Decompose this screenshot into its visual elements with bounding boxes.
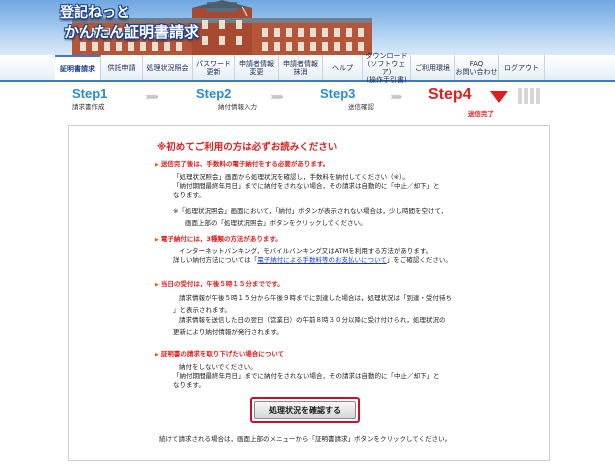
section-heading: 送信完了後は、手数料の電子納付をする必要があります。: [155, 158, 329, 168]
check-status-button[interactable]: 処理状況を確認する: [254, 401, 356, 419]
menu-environment[interactable]: ご利用環境: [411, 55, 455, 80]
body-text: ※「処理状況照会」画面において，「納付」ボタンが表示されない場合は，少し時間を空…: [173, 207, 448, 215]
body-text: 請求情報が午後５時１５分から午後９時までに到達した場合は，処理状況は「到達・受付…: [179, 294, 452, 302]
menu-logout[interactable]: ログアウト: [499, 55, 545, 80]
menu-label: 証明書請求: [60, 64, 95, 73]
notice-title: ※初めてご利用の方は必ずお読みください: [157, 142, 338, 153]
body-text: インターネットバンキング，モバイルバンキング又はATMを利用する方法があります。: [179, 247, 433, 255]
menu-download[interactable]: ダウンロード (ソフトウェア) (操作手引書): [363, 52, 411, 84]
body-text: 詳しい納付方法については「電子納付による手数料等のお支払いについて」をご確認くだ…: [173, 256, 452, 265]
menu-password-update[interactable]: パスワード 更新: [193, 55, 235, 80]
body-text: なります。: [173, 191, 205, 199]
menu-label: パスワード 更新: [196, 59, 231, 76]
section-text: 電子納付には，: [160, 235, 207, 243]
menu-deposit-application[interactable]: 供託申請: [101, 55, 143, 80]
menu-label: ダウンロード (ソフトウェア) (操作手引書): [365, 51, 408, 84]
step-chevrons: ››››››››: [270, 90, 284, 103]
menu-applicant-delete[interactable]: 申請者情報 抹消: [279, 55, 323, 80]
step-indicator: Step1 請求書作成 ›››››››› Step2 納付情報入力 ››››››…: [60, 86, 550, 120]
section-heading: 電子納付には，3種類の方法があります。: [155, 233, 282, 243]
section-text: 送信完了後は、手数料の電子納付をする必要があります。: [160, 160, 330, 168]
step-4-sub: 送信完了: [468, 110, 494, 118]
menu-status-inquiry[interactable]: 処理状況照会: [143, 55, 193, 80]
step-3: Step3: [320, 86, 355, 101]
body-text: 画面上部の「処理状況照会」ボタンをクリックしてください。: [185, 219, 367, 227]
payment-method-link[interactable]: 電子納付による手数料等のお支払いについて: [257, 256, 387, 264]
body-text-part: 」をご確認ください。: [386, 256, 452, 264]
logo-line2: かんたん証明書請求: [64, 23, 200, 41]
menu-label: 申請者情報 抹消: [283, 59, 318, 76]
menu-label: 処理状況照会: [146, 63, 189, 72]
body-text: 請求情報を送信した日の翌日（営業日）の午前８時３０分以降に受け付けられ，処理状況…: [179, 316, 446, 324]
body-text: 「処理状況照会」画面から処理状況を確認し，手数料を納付してください（※）。: [173, 173, 409, 181]
section-highlight: 3種類の方法があります。: [206, 235, 282, 243]
bird-icon: 〵: [240, 8, 250, 19]
header-banner: 登記ねっと かんたん証明書請求 〵 〵: [0, 0, 615, 55]
global-menu: 証明書請求 供託申請 処理状況照会 パスワード 更新 申請者情報 変更 申請者情…: [0, 52, 615, 84]
step-title: Step2: [196, 86, 232, 101]
footer-note: 続けて請求される場合は，画面上部のメニューから「証明書請求」ボタンをクリックして…: [159, 435, 452, 443]
section-heading: 当日の受付は，午後５時１５分までです。: [155, 278, 284, 288]
menu-label: FAQ お問い合わせ: [455, 59, 498, 76]
menu-faq[interactable]: FAQ お問い合わせ: [455, 55, 499, 80]
step-chevrons: ›››››››: [390, 90, 403, 103]
step-title: Step4: [428, 86, 472, 103]
body-text: 納付をしないでください。: [179, 363, 257, 371]
section-text: 証明書の請求を取り下げたい場合について: [160, 350, 285, 358]
body-text: なります。: [173, 381, 205, 389]
notice-panel: ※初めてご利用の方は必ずお読みください 送信完了後は、手数料の電子納付をする必要…: [68, 125, 550, 461]
check-status-button-frame: 処理状況を確認する: [250, 397, 360, 423]
menu-help[interactable]: ヘルプ: [323, 55, 363, 80]
bird-icon: 〵: [120, 10, 130, 21]
step-1: Step1: [72, 86, 107, 101]
menu-label: 供託申請: [107, 63, 136, 72]
menu-certificate-request[interactable]: 証明書請求: [55, 55, 101, 80]
step-2-sub: 納付情報入力: [218, 103, 257, 111]
menu-label: ログアウト: [504, 63, 539, 72]
body-text: 」と表示されます。: [173, 306, 231, 314]
menu-label: ヘルプ: [332, 63, 353, 72]
step-1-sub: 請求書作成: [72, 103, 105, 111]
site-logo[interactable]: 登記ねっと かんたん証明書請求: [60, 4, 240, 42]
step-title: Step3: [320, 86, 356, 101]
section-highlight: 午後５時１５分までです。: [206, 280, 284, 288]
body-text-part: 詳しい納付方法については「: [173, 256, 258, 264]
step-title: Step1: [72, 86, 108, 101]
body-text: 「納付期間最終年月日」までに納付をされない場合，その請求は自動的に「中止／却下」…: [173, 182, 440, 190]
body-text: 更新により納付情報が発行されます。: [173, 328, 283, 336]
section-heading: 証明書の請求を取り下げたい場合について: [155, 348, 284, 358]
step-chevrons: ››››››››: [145, 90, 159, 103]
body-text: 「納付期間最終年月日」までに納付をされない場合，その請求は自動的に「中止／却下」…: [173, 372, 440, 380]
current-step-arrow-icon: [490, 91, 508, 103]
step-3-sub: 送信確認: [348, 103, 374, 111]
step-2: Step2: [196, 86, 231, 101]
menu-label: 申請者情報 変更: [239, 59, 274, 76]
step-4: Step4: [428, 86, 472, 104]
section-text: 当日の受付は，: [160, 280, 207, 288]
menu-label: ご利用環境: [415, 63, 450, 72]
step-end-bars: [518, 88, 542, 108]
logo-line1: 登記ねっと: [60, 5, 130, 21]
menu-applicant-change[interactable]: 申請者情報 変更: [235, 55, 279, 80]
